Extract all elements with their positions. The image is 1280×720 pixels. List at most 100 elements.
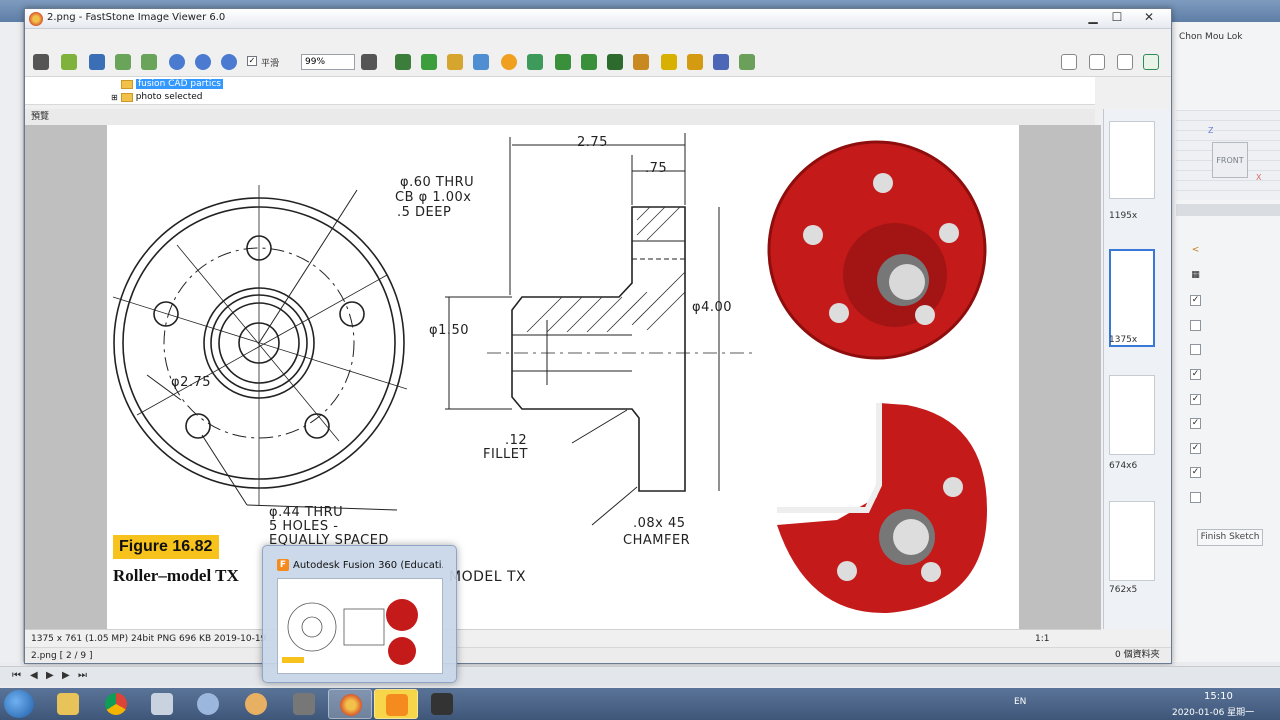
fillet-value: .12 [505, 433, 528, 448]
fusion-icon [386, 694, 408, 716]
slideshow-icon[interactable] [633, 54, 649, 70]
camera-icon[interactable] [33, 54, 49, 70]
faststone-app[interactable] [328, 689, 372, 719]
main-toolbar: ✓ 平滑 99% [25, 49, 1171, 77]
palette-checkbox[interactable]: ✓ [1190, 442, 1201, 454]
palette-checkbox[interactable] [1190, 491, 1201, 503]
hole-note-1: φ.60 THRU [400, 175, 475, 190]
rotate-right-icon[interactable] [581, 54, 597, 70]
smooth-checkbox[interactable]: ✓ [247, 56, 257, 66]
clock-date[interactable]: 2020-01-06 星期一 [1172, 705, 1254, 718]
tree-item[interactable]: ⊞ photo selected [111, 92, 203, 102]
fullscreen-icon[interactable] [1143, 54, 1159, 70]
palette-checkbox[interactable] [1190, 344, 1201, 356]
resize-icon[interactable] [473, 54, 489, 70]
print-icon[interactable] [713, 54, 729, 70]
crop-icon[interactable] [447, 54, 463, 70]
hatch-lines [526, 206, 686, 333]
thumbnail[interactable] [1109, 501, 1155, 581]
calculator-app[interactable] [140, 689, 184, 719]
hand-icon[interactable] [361, 54, 377, 70]
clock-time[interactable]: 15:10 [1204, 691, 1233, 702]
palette-icon [245, 693, 267, 715]
layout-3-icon[interactable] [1117, 54, 1133, 70]
close-button[interactable]: ✕ [1138, 9, 1160, 25]
thumbnail-panel: 1195x 1375x 674x6 762x5 [1103, 109, 1171, 629]
fusion-icon: F [277, 559, 289, 571]
rotate-left-icon[interactable] [555, 54, 571, 70]
user-name[interactable]: Chon Mou Lok [1179, 32, 1242, 42]
user-icon[interactable] [527, 54, 543, 70]
folder-count: 0 個資料夾 [1115, 650, 1160, 660]
red-part-section [777, 403, 987, 614]
explorer-app[interactable] [46, 689, 90, 719]
palette-checkbox[interactable] [1190, 319, 1201, 331]
next-image-icon[interactable] [141, 54, 157, 70]
app-icon [431, 693, 453, 715]
thumbnail[interactable] [1109, 121, 1155, 199]
expand-icon[interactable]: ⊞ [111, 93, 118, 102]
figure-caption: Roller–model TX [113, 566, 239, 585]
fit-icon[interactable] [395, 54, 411, 70]
viewcube[interactable]: FRONT [1212, 142, 1248, 178]
popup-preview-drawing [282, 599, 418, 665]
prev-image-icon[interactable] [115, 54, 131, 70]
folder-icon [120, 92, 133, 102]
faststone-app-icon [29, 12, 43, 26]
tree-item[interactable]: fusion CAD partics [121, 79, 223, 89]
start-button[interactable] [4, 690, 34, 718]
thru-note-1: φ.44 THRU [269, 505, 344, 520]
microphone-icon [293, 693, 315, 715]
paint2-app[interactable] [234, 689, 278, 719]
image-viewer[interactable]: φ.60 THRU CB φ 1.00x .5 DEEP 2.75 .75 φ1… [25, 125, 1101, 629]
microphone-app[interactable] [282, 689, 326, 719]
thumbnail[interactable] [1109, 375, 1155, 455]
tree-item-label: fusion CAD partics [136, 79, 223, 89]
open-folder-icon[interactable] [61, 54, 77, 70]
compare-icon[interactable] [607, 54, 623, 70]
prev-frame-icon[interactable]: ◀ [30, 670, 38, 681]
draw-icon[interactable] [661, 54, 677, 70]
file-index: 2.png [ 2 / 9 ] [31, 651, 93, 661]
other-app[interactable] [420, 689, 464, 719]
caption-partial: MODEL TX [449, 569, 527, 585]
zoom-out-icon[interactable] [195, 54, 211, 70]
taskbar-preview-popup[interactable]: F Autodesk Fusion 360 (Educati... [262, 545, 457, 683]
zoom-select[interactable]: 99% [301, 54, 355, 70]
layout-1-icon[interactable] [1061, 54, 1077, 70]
zoom-in-icon[interactable] [169, 54, 185, 70]
status-bar: 1375 x 761 (1.05 MP) 24bit PNG 696 KB 20… [25, 629, 1101, 647]
export-icon[interactable] [421, 54, 437, 70]
maximize-button[interactable]: ☐ [1106, 9, 1128, 25]
folder-icon [121, 79, 133, 89]
palette-checkbox[interactable]: ✓ [1190, 393, 1201, 405]
last-frame-icon[interactable]: ⏭ [78, 670, 87, 681]
chrome-app[interactable] [94, 689, 138, 719]
first-frame-icon[interactable]: ⏮ [12, 670, 21, 681]
window-title: 2.png - FastStone Image Viewer 6.0 [47, 12, 226, 23]
brightness-icon[interactable] [501, 54, 517, 70]
calendar-icon[interactable]: ▦ [1190, 270, 1201, 282]
layout-2-icon[interactable] [1089, 54, 1105, 70]
collapse-icon[interactable]: < [1190, 246, 1201, 257]
finish-sketch-button[interactable]: Finish Sketch [1197, 529, 1263, 546]
palette-checkbox[interactable]: ✓ [1190, 368, 1201, 380]
language-indicator[interactable]: EN [1014, 697, 1026, 707]
palette-checkbox[interactable]: ✓ [1190, 467, 1201, 479]
hole-note-2: CB φ 1.00x [395, 190, 472, 205]
calculator-icon [151, 693, 173, 715]
front-view [112, 185, 408, 511]
thumbnail-selected[interactable] [1109, 249, 1155, 347]
fusion-app[interactable] [374, 689, 418, 719]
minimize-button[interactable]: ▁ [1082, 9, 1104, 25]
actual-size-icon[interactable] [221, 54, 237, 70]
next-frame-icon[interactable]: ▶ [62, 670, 70, 681]
paint-app[interactable] [186, 689, 230, 719]
save-icon[interactable] [89, 54, 105, 70]
email-icon[interactable] [687, 54, 703, 70]
palette-checkbox[interactable]: ✓ [1190, 418, 1201, 430]
settings-icon[interactable] [739, 54, 755, 70]
zoom-ratio[interactable]: 1:1 [1035, 630, 1049, 648]
play-icon[interactable]: ▶ [46, 670, 54, 681]
palette-checkbox[interactable]: ✓ [1190, 295, 1201, 307]
